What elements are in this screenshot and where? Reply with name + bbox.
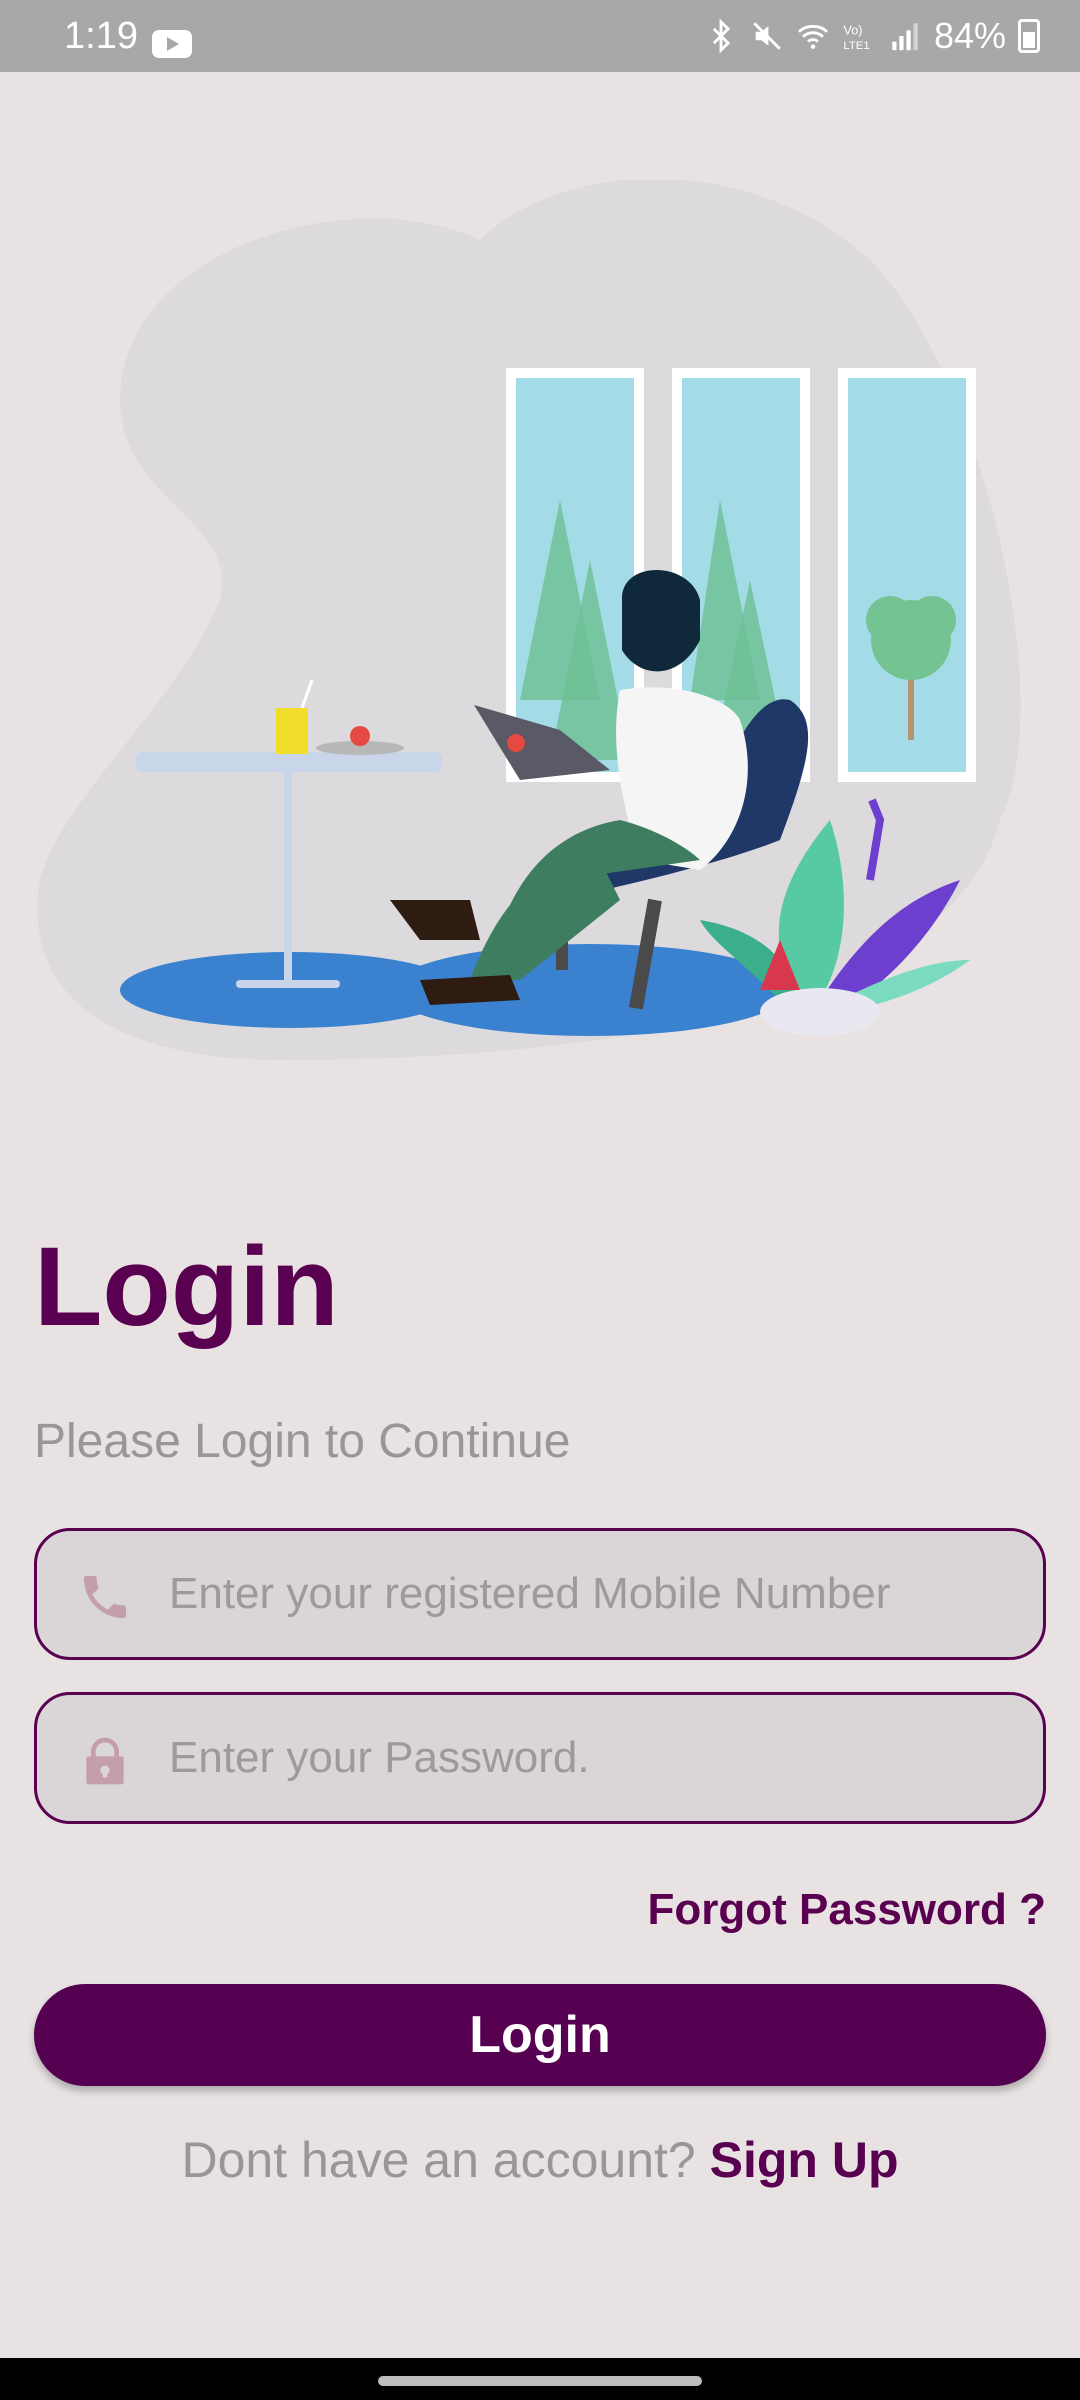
svg-text:LTE1: LTE1: [843, 40, 869, 52]
login-button[interactable]: Login: [34, 1984, 1046, 2086]
status-bar: 1:19 Vo) LTE1 84%: [0, 0, 1080, 72]
mobile-input[interactable]: [169, 1531, 1019, 1657]
page-subtitle: Please Login to Continue: [34, 1415, 571, 1468]
signal-icon: [892, 23, 918, 51]
battery-charging-icon: [1018, 19, 1040, 53]
sign-up-link[interactable]: Sign Up: [710, 2132, 899, 2188]
password-field[interactable]: [34, 1692, 1046, 1824]
status-icons: Vo) LTE1 84%: [704, 14, 1040, 58]
mobile-field[interactable]: [34, 1528, 1046, 1660]
signup-prompt: Dont have an account?: [181, 2132, 696, 2188]
youtube-icon: [152, 30, 192, 58]
mute-icon: [753, 22, 781, 50]
volte-icon: Vo) LTE1: [843, 23, 869, 52]
window-right: [838, 368, 976, 782]
password-input[interactable]: [169, 1695, 1019, 1821]
wifi-icon: [797, 24, 829, 49]
bluetooth-icon: [712, 19, 731, 53]
battery-percent: 84%: [933, 15, 1006, 56]
forgot-password-link[interactable]: Forgot Password ?: [648, 1882, 1046, 1938]
home-gesture-handle[interactable]: [378, 2376, 702, 2386]
phone-icon: [84, 1576, 126, 1618]
page-title: Login: [34, 1224, 339, 1349]
status-time: 1:19: [64, 15, 138, 57]
svg-text:Vo): Vo): [843, 23, 862, 38]
signup-row: Dont have an account? Sign Up: [0, 2128, 1080, 2192]
man-with-laptop-illustration: [37, 180, 1021, 1060]
lock-icon: [86, 1737, 124, 1785]
